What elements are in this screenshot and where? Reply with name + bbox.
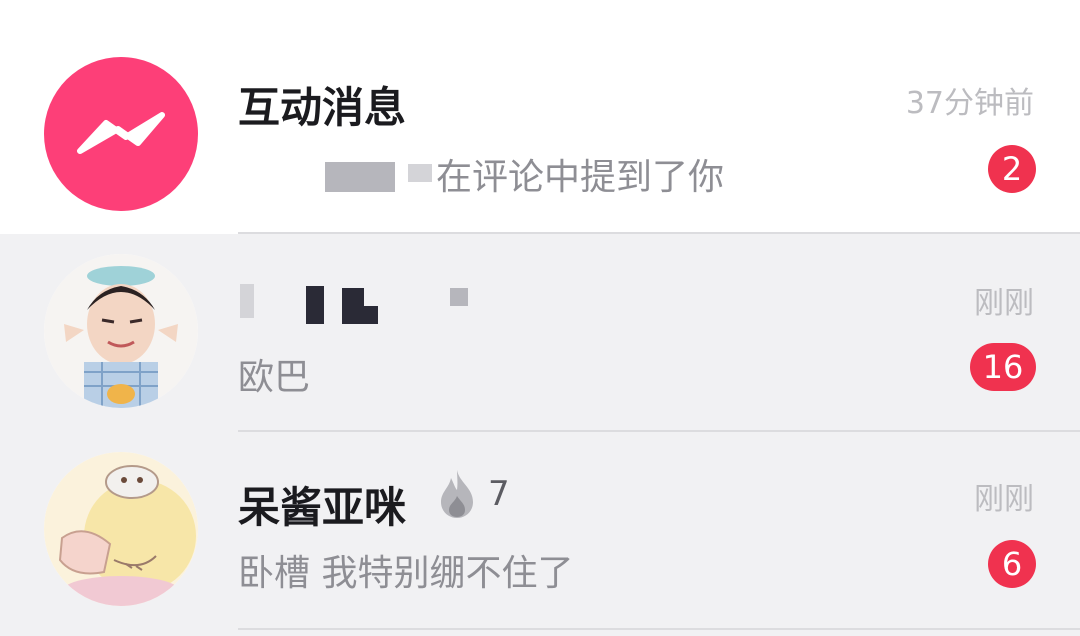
redacted-name: [306, 286, 324, 324]
redacted-name: [240, 284, 254, 318]
unread-badge: 6: [988, 540, 1036, 588]
user-avatar-photo: [44, 254, 198, 408]
avatar: [44, 452, 198, 606]
conversation-time: 37分钟前: [905, 86, 1034, 121]
avatar: [44, 254, 198, 408]
redacted-name: [325, 162, 395, 192]
conversation-row[interactable]: 呆酱亚咪 7 卧槽 我特别绷不住了 刚刚 6: [0, 432, 1080, 636]
redacted-name: [342, 288, 364, 324]
interaction-icon: [77, 112, 165, 154]
row-divider: [238, 628, 1080, 630]
redacted-name: [408, 164, 432, 182]
streak-count: 7: [488, 474, 510, 514]
conversation-time: 刚刚: [974, 286, 1034, 321]
conversation-row[interactable]: 欧巴 刚刚 16: [0, 234, 1080, 432]
unread-badge: 2: [988, 145, 1036, 193]
redacted-name: [362, 306, 378, 324]
conversation-row-interactions[interactable]: 互动消息 37分钟前 在评论中提到了你 2: [0, 0, 1080, 234]
conversation-time: 刚刚: [974, 482, 1034, 517]
conversation-preview: 欧巴: [238, 357, 311, 398]
conversation-preview: 卧槽 我特别绷不住了: [238, 553, 574, 594]
redacted-name: [450, 288, 468, 306]
unread-badge: 16: [970, 343, 1036, 391]
conversation-preview: 在评论中提到了你: [436, 157, 725, 198]
flame-icon: [441, 470, 473, 518]
interaction-avatar: [44, 57, 198, 211]
user-avatar-illustration: [44, 452, 198, 606]
conversation-title: 互动消息: [238, 83, 407, 132]
conversation-title: 呆酱亚咪: [238, 483, 407, 532]
